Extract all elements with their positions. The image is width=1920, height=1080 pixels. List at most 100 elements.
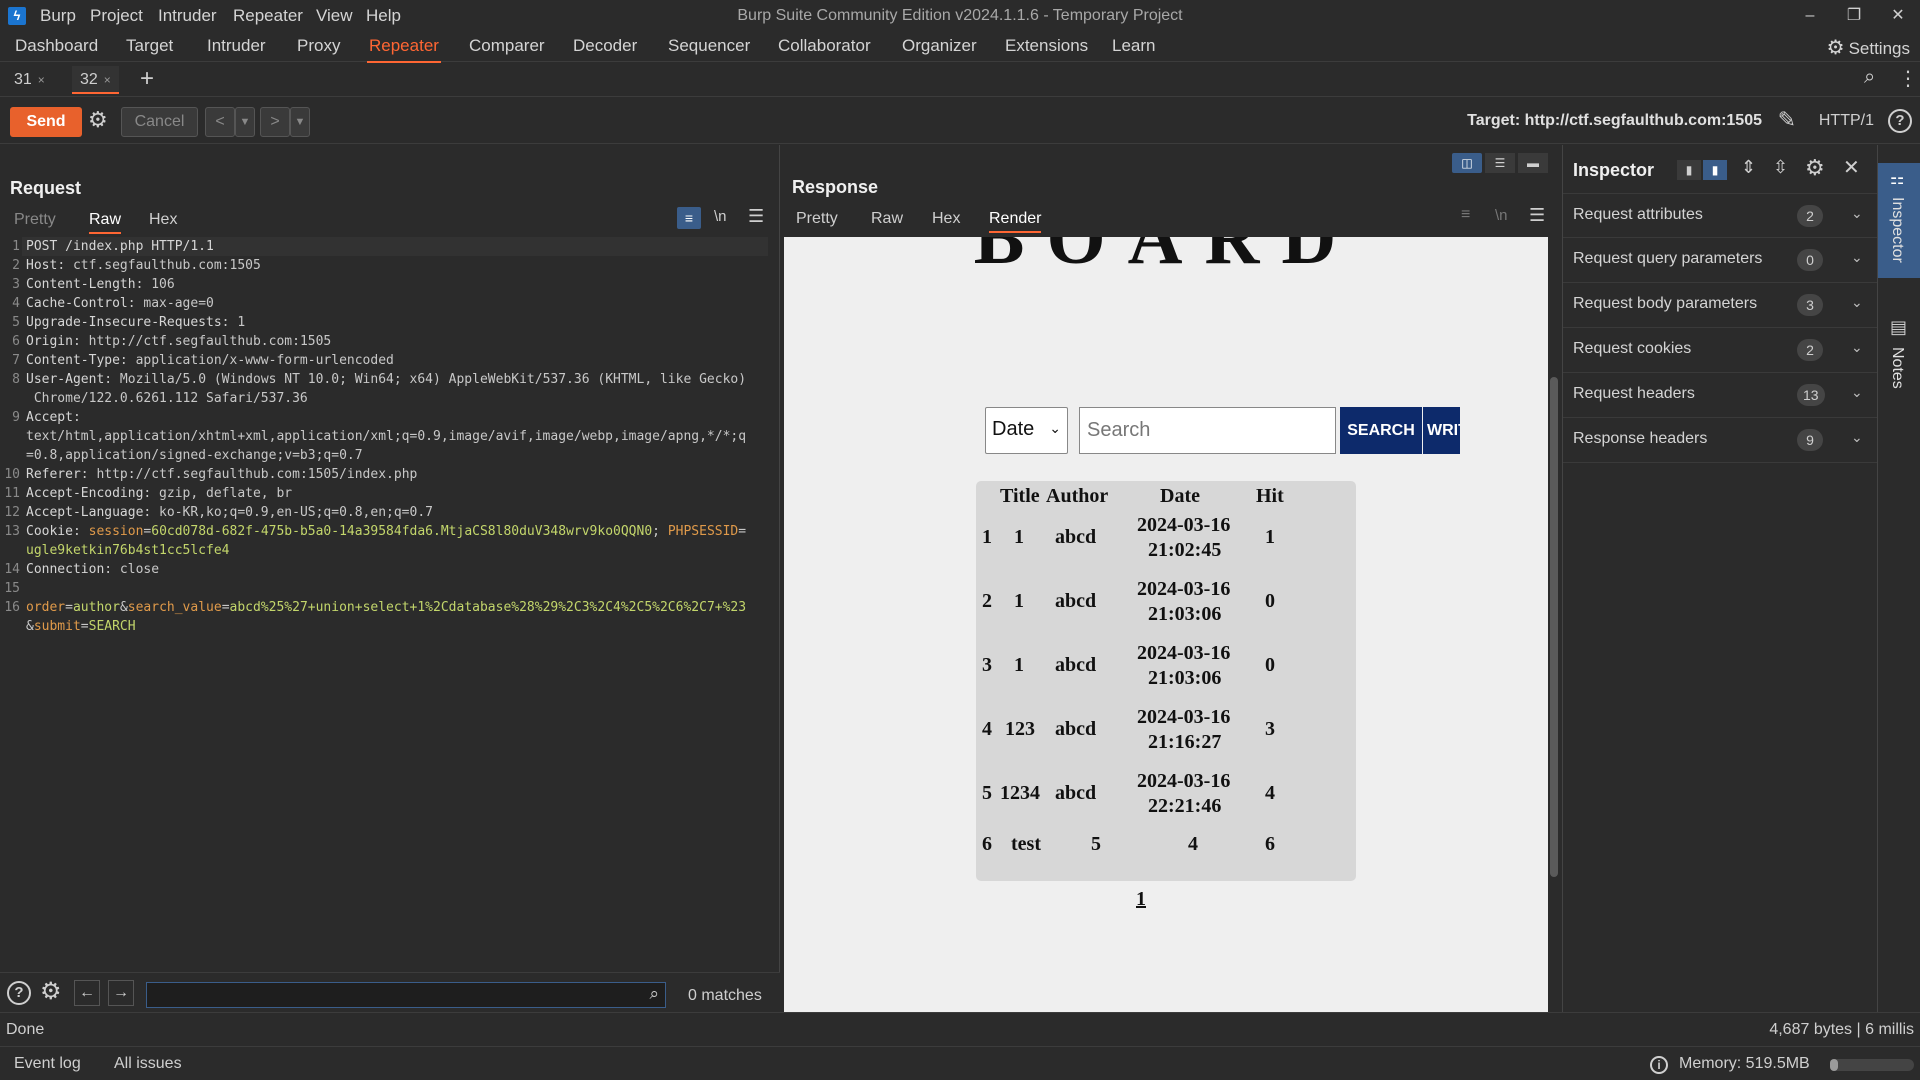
- help-icon[interactable]: ?: [1888, 109, 1912, 133]
- tab-sequencer[interactable]: Sequencer: [666, 36, 752, 61]
- tab-proxy[interactable]: Proxy: [295, 36, 342, 61]
- sidebar-notes-tab[interactable]: ▤ Notes: [1878, 317, 1920, 417]
- repeater-tab-32[interactable]: 32 ×: [72, 66, 119, 94]
- memory-usage: Memory: 519.5MB: [1679, 1055, 1810, 1072]
- layout-top-bottom-icon[interactable]: ☰: [1485, 153, 1515, 173]
- previous-match-icon[interactable]: ←: [74, 980, 100, 1006]
- inspector-row-query-params[interactable]: Request query parameters 0 ⌄: [1563, 238, 1877, 283]
- tab-learn[interactable]: Learn: [1110, 36, 1157, 61]
- layout-tabs-icon[interactable]: ▬: [1518, 153, 1548, 173]
- edit-pencil-icon[interactable]: ✎: [1778, 107, 1796, 133]
- help-icon[interactable]: ?: [7, 981, 31, 1005]
- write-button[interactable]: WRITE: [1423, 407, 1460, 454]
- inspector-row-body-params[interactable]: Request body parameters 3 ⌄: [1563, 283, 1877, 328]
- tab-organizer[interactable]: Organizer: [900, 36, 979, 61]
- http-version-toggle[interactable]: HTTP/1: [1819, 112, 1874, 130]
- forward-icon[interactable]: >: [260, 107, 290, 137]
- menu-view[interactable]: View: [316, 6, 353, 26]
- menu-help[interactable]: Help: [366, 6, 401, 26]
- menu-burp[interactable]: Burp: [40, 6, 76, 26]
- row-title[interactable]: 1: [1014, 653, 1024, 678]
- close-tab-icon[interactable]: ×: [38, 73, 45, 87]
- close-icon[interactable]: ✕: [1878, 4, 1918, 28]
- word-wrap-icon[interactable]: ≡: [677, 207, 701, 229]
- tab-pretty[interactable]: Pretty: [14, 211, 56, 229]
- search-input[interactable]: Search: [1079, 407, 1336, 454]
- tab-dashboard[interactable]: Dashboard: [13, 36, 100, 61]
- newline-toggle-icon: \n: [1495, 207, 1508, 224]
- inspector-row-response-headers[interactable]: Response headers 9 ⌄: [1563, 418, 1877, 463]
- event-log-button[interactable]: Event log: [14, 1055, 81, 1073]
- sidebar-inspector-tab[interactable]: ⚏ Inspector: [1878, 163, 1920, 278]
- row-title[interactable]: 123: [1005, 717, 1035, 742]
- close-tab-icon[interactable]: ×: [104, 73, 111, 87]
- editor-search-input[interactable]: ⌕: [146, 982, 666, 1008]
- collapse-all-icon[interactable]: ⇳: [1773, 157, 1788, 178]
- repeater-tab-31[interactable]: 31 ×: [6, 66, 53, 94]
- page-link[interactable]: 1: [1136, 888, 1146, 911]
- header-title: Title: [1000, 485, 1040, 507]
- close-icon[interactable]: ✕: [1843, 155, 1860, 180]
- header-hit: Hit: [1256, 485, 1284, 507]
- inspector-row-cookies[interactable]: Request cookies 2 ⌄: [1563, 328, 1877, 373]
- tab-comparer[interactable]: Comparer: [467, 36, 547, 61]
- restore-icon[interactable]: ❐: [1834, 4, 1874, 28]
- cancel-button[interactable]: Cancel: [121, 107, 198, 137]
- menu-icon[interactable]: ☰: [748, 206, 764, 227]
- tab-pretty[interactable]: Pretty: [796, 210, 838, 228]
- order-select[interactable]: Date ⌄: [985, 407, 1068, 454]
- tab-hex[interactable]: Hex: [149, 211, 177, 229]
- next-match-icon[interactable]: →: [108, 980, 134, 1006]
- inspector-row-label: Request query parameters: [1573, 250, 1763, 267]
- send-button[interactable]: Send: [10, 107, 82, 137]
- tab-intruder[interactable]: Intruder: [205, 36, 268, 61]
- scrollbar-thumb[interactable]: [1550, 377, 1558, 877]
- request-editor[interactable]: 1 POST /index.php HTTP/1.1 2 Host: ctf.seg…: [0, 237, 780, 972]
- tab-collaborator[interactable]: Collaborator: [776, 36, 873, 61]
- inspector-layout-right-icon[interactable]: ▮: [1703, 160, 1727, 180]
- chevron-down-icon: ⌄: [1851, 339, 1863, 355]
- search-icon[interactable]: ⌕: [1864, 66, 1875, 89]
- row-time: 21:16:27: [1148, 731, 1222, 753]
- tab-repeater[interactable]: Repeater: [367, 36, 441, 63]
- search-button[interactable]: SEARCH: [1340, 407, 1422, 454]
- send-options-gear-icon[interactable]: ⚙: [88, 107, 108, 133]
- tab-target[interactable]: Target: [124, 36, 175, 61]
- menu-project[interactable]: Project: [90, 6, 143, 26]
- inspector-row-request-headers[interactable]: Request headers 13 ⌄: [1563, 373, 1877, 418]
- header-author: Author: [1046, 485, 1109, 507]
- tab-raw[interactable]: Raw: [871, 210, 903, 228]
- settings-button[interactable]: ⚙ Settings: [1827, 35, 1910, 60]
- back-history-chevron-icon[interactable]: ▼: [235, 107, 255, 137]
- add-tab-icon[interactable]: +: [140, 65, 154, 93]
- menu-repeater[interactable]: Repeater: [233, 6, 303, 26]
- tab-render[interactable]: Render: [989, 210, 1042, 233]
- tab-raw[interactable]: Raw: [89, 211, 122, 234]
- render-scrollbar[interactable]: [1548, 237, 1560, 1012]
- inspector-row-label: Request cookies: [1573, 340, 1692, 357]
- row-title[interactable]: 1: [1014, 589, 1024, 614]
- tab-extensions[interactable]: Extensions: [1003, 36, 1090, 61]
- minimize-icon[interactable]: –: [1790, 4, 1830, 28]
- forward-history-chevron-icon[interactable]: ▼: [290, 107, 310, 137]
- inspector-layout-left-icon[interactable]: ▮: [1677, 160, 1701, 180]
- notes-icon: ▤: [1890, 317, 1908, 337]
- row-title[interactable]: 1234: [1000, 781, 1040, 806]
- expand-all-icon[interactable]: ⇕: [1741, 157, 1756, 178]
- status-bar: Done 4,687 bytes | 6 millis: [0, 1012, 1920, 1046]
- menu-icon[interactable]: ☰: [1529, 205, 1545, 226]
- all-issues-button[interactable]: All issues: [114, 1055, 182, 1073]
- search-options-gear-icon[interactable]: ⚙: [40, 977, 62, 1006]
- row-title[interactable]: test: [1011, 832, 1041, 857]
- newline-toggle-icon[interactable]: \n: [714, 208, 727, 225]
- inspector-settings-gear-icon[interactable]: ⚙: [1805, 155, 1825, 181]
- inspector-icon: ⚏: [1890, 171, 1905, 188]
- inspector-row-request-attributes[interactable]: Request attributes 2 ⌄: [1563, 193, 1877, 238]
- layout-side-by-side-icon[interactable]: ◫: [1452, 153, 1482, 173]
- tab-decoder[interactable]: Decoder: [571, 36, 639, 61]
- more-vertical-icon[interactable]: ⋮: [1898, 66, 1918, 91]
- row-title[interactable]: 1: [1014, 525, 1024, 550]
- back-icon[interactable]: <: [205, 107, 235, 137]
- tab-hex[interactable]: Hex: [932, 210, 960, 228]
- menu-intruder[interactable]: Intruder: [158, 6, 217, 26]
